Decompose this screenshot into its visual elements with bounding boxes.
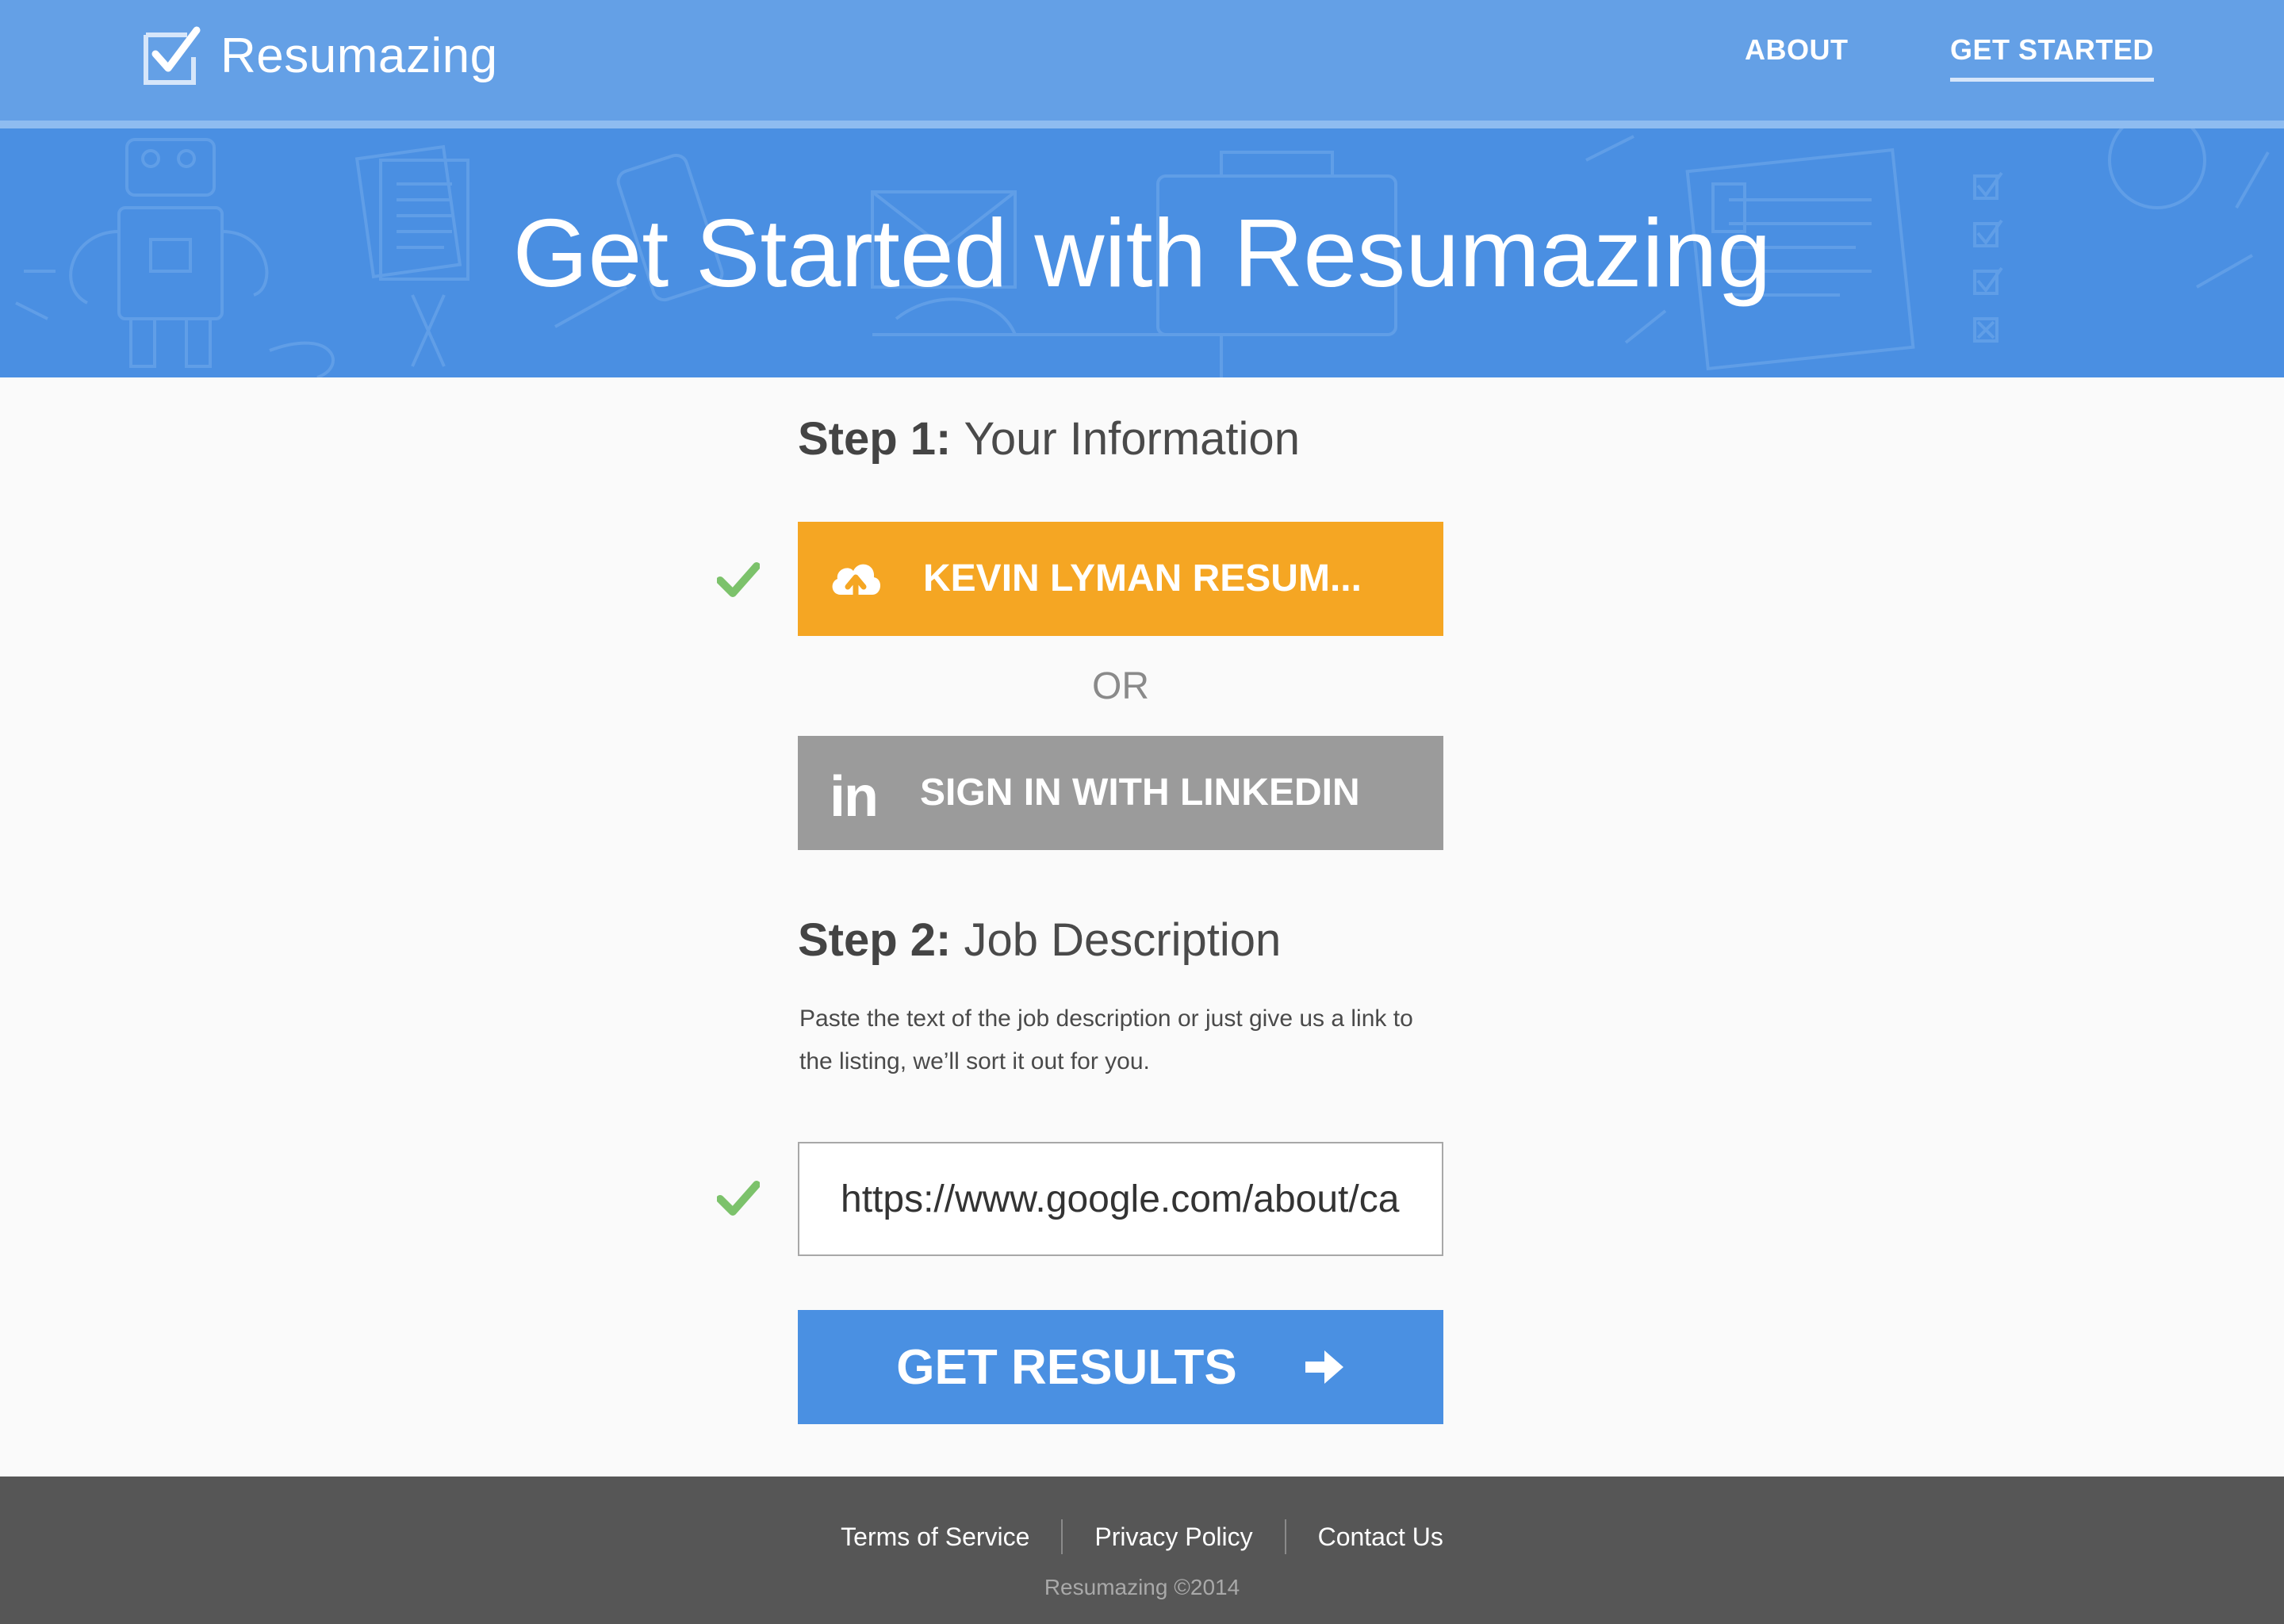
step2-label: Step 2: <box>798 914 952 966</box>
checkmark-icon <box>717 562 760 597</box>
top-nav: Resumazing ABOUT GET STARTED <box>0 0 2284 121</box>
step1-title: Your Information <box>964 413 1300 465</box>
step1-heading: Step 1: Your Information <box>798 412 1300 465</box>
hero-banner: Get Started with Resumazing <box>0 128 2284 377</box>
or-separator: OR <box>1092 665 1149 707</box>
copyright-text: Resumazing ©2014 <box>1044 1575 1240 1599</box>
arrow-right-icon <box>1305 1350 1343 1384</box>
terms-of-service-link[interactable]: Terms of Service <box>809 1522 1061 1552</box>
get-results-label: GET RESULTS <box>896 1339 1237 1395</box>
get-results-button[interactable]: GET RESULTS <box>798 1310 1443 1424</box>
brand-name: Resumazing <box>220 28 498 83</box>
linkedin-icon: in <box>830 765 879 829</box>
footer: Terms of Service Privacy Policy Contact … <box>0 1477 2284 1624</box>
resume-upload-button[interactable]: KEVIN LYMAN RESUM... <box>798 522 1443 636</box>
page-title: Get Started with Resumazing <box>512 199 1772 307</box>
help-text-line-2: the listing, we’ll sort it out for you. <box>799 1048 1150 1074</box>
resume-upload-label: KEVIN LYMAN RESUM... <box>923 557 1362 599</box>
linkedin-signin-label: SIGN IN WITH LINKEDIN <box>920 772 1360 814</box>
checkbox-icon <box>144 26 201 85</box>
nav-divider <box>0 121 2284 128</box>
help-text-line-1: Paste the text of the job description or… <box>799 1005 1413 1032</box>
nav-get-started-link[interactable]: GET STARTED <box>1950 33 2154 82</box>
step1-label: Step 1: <box>798 413 952 465</box>
contact-us-link[interactable]: Contact Us <box>1286 1522 1475 1552</box>
job-description-help-text: Paste the text of the job description or… <box>799 998 1450 1083</box>
step2-title: Job Description <box>964 914 1282 966</box>
step2-heading: Step 2: Job Description <box>798 914 1281 967</box>
footer-links: Terms of Service Privacy Policy Contact … <box>0 1519 2284 1554</box>
logo-link[interactable]: Resumazing <box>143 24 498 87</box>
privacy-policy-link[interactable]: Privacy Policy <box>1063 1522 1284 1552</box>
nav-about-link[interactable]: ABOUT <box>1745 33 1849 67</box>
linkedin-signin-button[interactable]: in SIGN IN WITH LINKEDIN <box>798 736 1443 850</box>
cloud-upload-icon <box>832 564 881 603</box>
job-url-input[interactable] <box>798 1142 1443 1256</box>
checkmark-icon <box>717 1181 760 1216</box>
